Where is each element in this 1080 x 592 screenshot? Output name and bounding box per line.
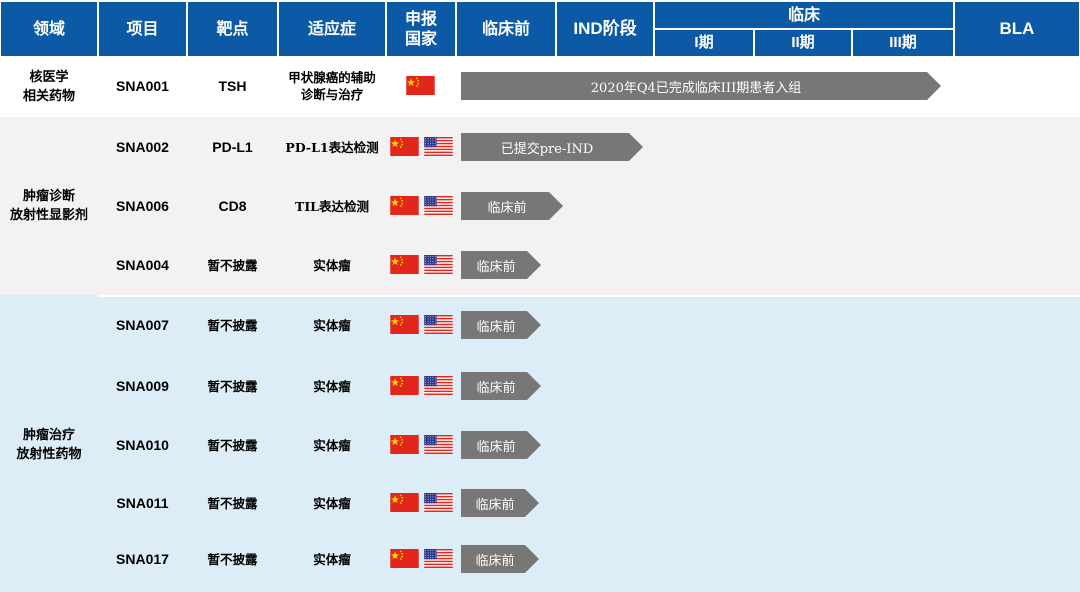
stage-label: 临床前 xyxy=(476,439,516,455)
us-flag-icon xyxy=(424,435,453,455)
stage-arrow: 临床前 xyxy=(461,545,539,573)
header-indication: 适应症 xyxy=(279,2,385,56)
stage-label: 已提交pre-IND xyxy=(500,141,594,157)
header-field: 领域 xyxy=(1,2,97,56)
group-label-nuclear: 核医学 相关药物 xyxy=(22,70,75,104)
indication: TIL表达检测 xyxy=(295,198,369,214)
project-code: SNA007 xyxy=(116,316,169,333)
china-flag-icon xyxy=(390,196,419,215)
us-flag-icon xyxy=(424,315,453,335)
us-flag-icon xyxy=(424,137,453,157)
target: 暂不披露 xyxy=(207,378,258,394)
indication: 实体瘤 xyxy=(313,317,351,333)
header-preclinical: 临床前 xyxy=(457,2,555,56)
target: 暂不披露 xyxy=(207,437,258,453)
stage-arrow: 临床前 xyxy=(461,431,541,459)
divider xyxy=(98,295,1080,297)
stage-arrow: 临床前 xyxy=(461,372,541,400)
group-label-therapy: 肿瘤治疗 放射性药物 xyxy=(16,428,82,462)
stage-label: 临床前 xyxy=(476,259,516,275)
china-flag-icon xyxy=(390,376,419,395)
china-flag-icon xyxy=(390,137,419,156)
us-flag-icon xyxy=(424,376,453,396)
project-code: SNA001 xyxy=(116,77,169,94)
indication: 实体瘤 xyxy=(313,378,351,394)
project-code: SNA006 xyxy=(116,197,169,214)
stage-arrow: 临床前 xyxy=(461,251,541,279)
group-label-diagnosis: 肿瘤诊断 放射性显影剂 xyxy=(9,189,88,223)
header-clinical: 临床 xyxy=(655,2,953,28)
project-code: SNA011 xyxy=(116,494,169,511)
project-code: SNA004 xyxy=(116,256,169,273)
indication: 实体瘤 xyxy=(313,437,351,453)
project-code: SNA017 xyxy=(116,550,169,567)
us-flag-icon xyxy=(424,255,453,275)
china-flag-icon xyxy=(406,76,435,95)
target: 暂不披露 xyxy=(207,551,258,567)
china-flag-icon xyxy=(390,255,419,274)
stage-arrow: 临床前 xyxy=(461,489,539,517)
china-flag-icon xyxy=(390,315,419,334)
target: TSH xyxy=(218,77,247,94)
header-project: 项目 xyxy=(99,2,186,56)
project-code: SNA010 xyxy=(116,436,169,453)
us-flag-icon xyxy=(424,196,453,216)
china-flag-icon xyxy=(390,435,419,454)
header-ind: IND阶段 xyxy=(557,2,653,56)
stage-arrow: 已提交pre-IND xyxy=(461,133,643,161)
header-phase3: III期 xyxy=(853,30,953,56)
target: PD-L1 xyxy=(212,138,253,155)
us-flag-icon xyxy=(424,549,453,569)
us-flag-icon xyxy=(424,493,453,513)
project-code: SNA009 xyxy=(116,377,169,394)
target: CD8 xyxy=(218,197,247,214)
china-flag-icon xyxy=(390,493,419,512)
indication: PD-L1表达检测 xyxy=(285,139,379,155)
stage-arrow: 临床前 xyxy=(461,192,563,220)
indication: 实体瘤 xyxy=(313,495,351,511)
stage-label: 临床前 xyxy=(475,553,515,569)
header-phase2: II期 xyxy=(755,30,851,56)
stage-label: 临床前 xyxy=(487,200,527,216)
project-code: SNA002 xyxy=(116,138,169,155)
stage-label: 2020年Q4已完成临床III期患者入组 xyxy=(590,80,802,96)
indication: 甲状腺癌的辅助 诊断与治疗 xyxy=(288,70,376,102)
indication: 实体瘤 xyxy=(313,257,351,273)
header-country: 申报 国家 xyxy=(387,2,455,56)
stage-label: 临床前 xyxy=(475,497,515,513)
stage-arrow: 临床前 xyxy=(461,311,541,339)
header-target: 靶点 xyxy=(188,2,277,56)
indication: 实体瘤 xyxy=(313,551,351,567)
china-flag-icon xyxy=(390,549,419,568)
target: 暂不披露 xyxy=(207,257,258,273)
stage-arrow: 2020年Q4已完成临床III期患者入组 xyxy=(461,72,941,100)
stage-label: 临床前 xyxy=(476,319,516,335)
header-bla: BLA xyxy=(955,2,1079,56)
header-phase1: I期 xyxy=(655,30,753,56)
target: 暂不披露 xyxy=(207,495,258,511)
target: 暂不披露 xyxy=(207,317,258,333)
stage-label: 临床前 xyxy=(476,380,516,396)
